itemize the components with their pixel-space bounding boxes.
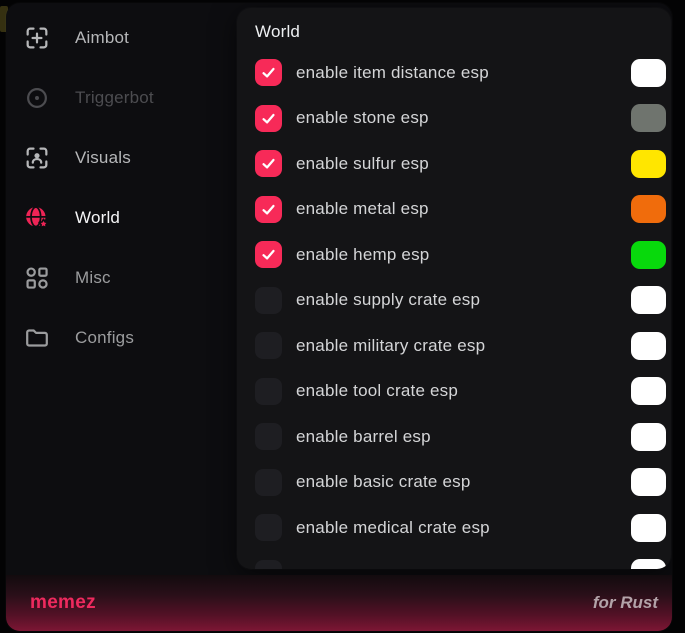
visuals-icon <box>23 144 51 172</box>
cheat-menu-window: AimbotTriggerbotVisualsWorldMiscConfigs … <box>6 3 672 631</box>
esp-option-label: enable metal esp <box>296 199 631 219</box>
sidebar-item-triggerbot[interactable]: Triggerbot <box>6 68 237 128</box>
checkbox-checked[interactable] <box>255 105 282 132</box>
esp-option-label: enable sulfur esp <box>296 154 631 174</box>
sidebar-item-aimbot[interactable]: Aimbot <box>6 8 237 68</box>
sidebar-item-label: Triggerbot <box>75 88 154 108</box>
product-tagline: for Rust <box>593 593 658 613</box>
sidebar-item-label: Configs <box>75 328 134 348</box>
esp-option-row: enable metal esp <box>237 187 671 233</box>
world-settings-panel: World enable item distance esp enable sto… <box>237 8 671 569</box>
color-swatch[interactable] <box>631 423 666 451</box>
esp-option-row: enable hemp esp <box>237 232 671 278</box>
sidebar-item-world[interactable]: World <box>6 188 237 248</box>
checkbox-checked[interactable] <box>255 150 282 177</box>
esp-option-label: enable barrel esp <box>296 427 631 447</box>
checkbox-unchecked[interactable] <box>255 560 282 569</box>
color-swatch[interactable] <box>631 59 666 87</box>
configs-icon <box>23 324 51 352</box>
checkbox-unchecked[interactable] <box>255 332 282 359</box>
color-swatch[interactable] <box>631 468 666 496</box>
esp-option-label: enable hemp esp <box>296 245 631 265</box>
checkbox-checked[interactable] <box>255 59 282 86</box>
sidebar-item-misc[interactable]: Misc <box>6 248 237 308</box>
esp-option-row: enable military crate esp <box>237 323 671 369</box>
color-swatch[interactable] <box>631 104 666 132</box>
color-swatch[interactable] <box>631 514 666 542</box>
brand-name: memez <box>30 592 96 614</box>
checkbox-checked[interactable] <box>255 241 282 268</box>
checkbox-unchecked[interactable] <box>255 287 282 314</box>
sidebar-item-label: Visuals <box>75 148 131 168</box>
checkbox-unchecked[interactable] <box>255 514 282 541</box>
aimbot-icon <box>23 24 51 52</box>
sidebar-item-label: Aimbot <box>75 28 129 48</box>
sidebar-item-configs[interactable]: Configs <box>6 308 237 368</box>
color-swatch[interactable] <box>631 195 666 223</box>
sidebar-item-label: Misc <box>75 268 111 288</box>
color-swatch[interactable] <box>631 559 666 569</box>
esp-option-row: enable basic crate esp <box>237 460 671 506</box>
esp-option-label: enable basic crate esp <box>296 472 631 492</box>
misc-icon <box>23 264 51 292</box>
esp-option-row: enable item distance esp <box>237 50 671 96</box>
options-list[interactable]: enable item distance esp enable stone esp… <box>237 50 671 569</box>
color-swatch[interactable] <box>631 332 666 360</box>
esp-option-row: enable stone esp <box>237 96 671 142</box>
esp-option-label: enable stone esp <box>296 108 631 128</box>
esp-option-row: enable sulfur esp <box>237 141 671 187</box>
checkbox-unchecked[interactable] <box>255 423 282 450</box>
sidebar-item-label: World <box>75 208 120 228</box>
esp-option-row: enable medical crate esp <box>237 505 671 551</box>
color-swatch[interactable] <box>631 241 666 269</box>
esp-option-row: enable tool crate esp <box>237 369 671 415</box>
esp-option-label: enable tool crate esp <box>296 381 631 401</box>
esp-option-row <box>237 551 671 570</box>
esp-option-label: enable item distance esp <box>296 63 631 83</box>
esp-option-row: enable barrel esp <box>237 414 671 460</box>
esp-option-label: enable military crate esp <box>296 336 631 356</box>
esp-option-row: enable supply crate esp <box>237 278 671 324</box>
footer-bar: memez for Rust <box>6 575 672 631</box>
triggerbot-icon <box>23 84 51 112</box>
checkbox-unchecked[interactable] <box>255 378 282 405</box>
color-swatch[interactable] <box>631 150 666 178</box>
color-swatch[interactable] <box>631 286 666 314</box>
panel-title: World <box>255 22 671 42</box>
sidebar-item-visuals[interactable]: Visuals <box>6 128 237 188</box>
sidebar-nav: Aimbot Triggerbot Visuals World Misc Configs <box>6 8 237 576</box>
esp-option-label: enable medical crate esp <box>296 518 631 538</box>
world-icon <box>23 204 51 232</box>
checkbox-unchecked[interactable] <box>255 469 282 496</box>
color-swatch[interactable] <box>631 377 666 405</box>
checkbox-checked[interactable] <box>255 196 282 223</box>
esp-option-label: enable supply crate esp <box>296 290 631 310</box>
